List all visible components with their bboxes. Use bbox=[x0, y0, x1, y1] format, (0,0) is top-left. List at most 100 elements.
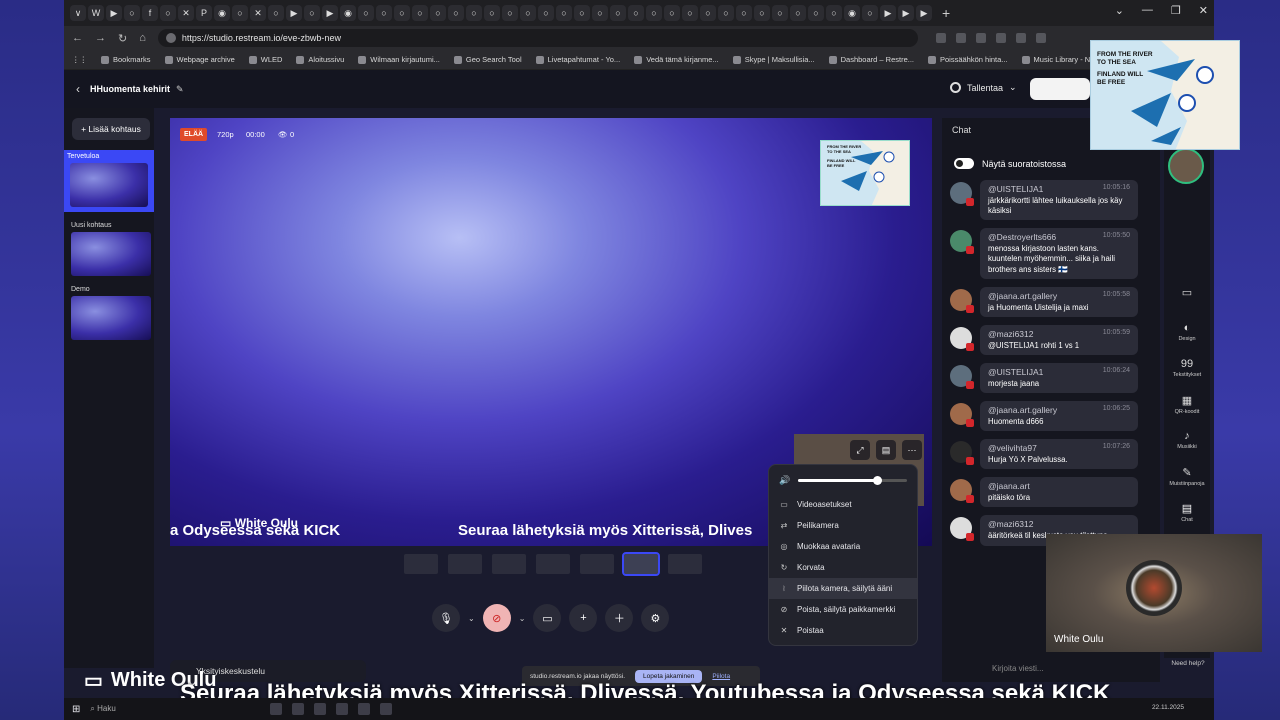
chat-username[interactable]: @Destroyerlts666 bbox=[988, 232, 1056, 242]
extension-icon[interactable] bbox=[1035, 33, 1046, 43]
rail-item[interactable]: ✎ Muistiinpanoja bbox=[1164, 466, 1210, 487]
avatar[interactable] bbox=[950, 230, 974, 255]
avatar[interactable] bbox=[950, 441, 974, 466]
layout-option[interactable] bbox=[404, 554, 438, 574]
browser-tab[interactable]: ○ bbox=[430, 5, 446, 21]
add-scene-button[interactable]: + Lisää kohtaus bbox=[72, 118, 150, 140]
window-control-icon[interactable]: ⌄ bbox=[1115, 4, 1124, 17]
menu-item[interactable]: ◎ Muokkaa avataria bbox=[769, 536, 917, 557]
browser-tab[interactable]: ○ bbox=[574, 5, 590, 21]
rail-item[interactable]: ▤ Chat bbox=[1164, 502, 1210, 523]
bookmark-item[interactable]: Livetapahtumat - Yo... bbox=[535, 55, 620, 64]
browser-tab[interactable]: ○ bbox=[718, 5, 734, 21]
chat-username[interactable]: @jaana.art bbox=[988, 481, 1030, 491]
avatar[interactable] bbox=[950, 517, 974, 542]
browser-tab[interactable]: ○ bbox=[772, 5, 788, 21]
star-icon[interactable] bbox=[995, 33, 1006, 43]
taskbar-app-icon[interactable] bbox=[358, 703, 371, 715]
scene-card[interactable]: Uusi kohtaus bbox=[68, 222, 154, 276]
window-control-icon[interactable]: ✕ bbox=[1199, 4, 1208, 17]
bookmark-item[interactable]: Poissäähkön hinta... bbox=[928, 55, 1008, 64]
browser-tab[interactable]: ○ bbox=[664, 5, 680, 21]
browser-tab[interactable]: ○ bbox=[592, 5, 608, 21]
layout-option[interactable] bbox=[536, 554, 570, 574]
chat-username[interactable]: @mazi6312 bbox=[988, 329, 1033, 339]
bookmark-item[interactable]: WLED bbox=[248, 55, 282, 64]
browser-tab[interactable]: ▶ bbox=[322, 5, 338, 21]
browser-tab[interactable]: ○ bbox=[808, 5, 824, 21]
extension-icon[interactable] bbox=[975, 33, 986, 43]
screen-share-icon[interactable]: ▭ bbox=[533, 604, 562, 632]
browser-tab[interactable]: ○ bbox=[826, 5, 842, 21]
chevron-down-icon[interactable]: ⌄ bbox=[519, 614, 526, 623]
scene-thumbnail[interactable] bbox=[71, 232, 151, 276]
bookmark-item[interactable]: Wilmaan kirjautumi... bbox=[358, 55, 440, 64]
add-icon[interactable]: ＋ bbox=[605, 604, 634, 632]
browser-tab[interactable]: ▶ bbox=[898, 5, 914, 21]
taskbar-app-icon[interactable] bbox=[380, 703, 393, 715]
window-control-icon[interactable]: ❐ bbox=[1171, 4, 1181, 17]
window-control-icon[interactable]: — bbox=[1142, 4, 1153, 17]
camera-off-icon[interactable]: ⊘ bbox=[482, 604, 511, 632]
menu-item[interactable]: ↻ Korvata bbox=[769, 557, 917, 578]
taskbar-app-icon[interactable] bbox=[336, 703, 349, 715]
chat-username[interactable]: @mazi6312 bbox=[988, 519, 1033, 529]
new-tab-icon[interactable]: + bbox=[942, 5, 950, 21]
need-help-button[interactable]: Need help? bbox=[1168, 660, 1208, 667]
invite-guest-icon[interactable]: + bbox=[569, 604, 598, 632]
windows-start-icon[interactable]: ⊞ bbox=[72, 704, 80, 715]
rail-item[interactable]: 99 Tekstitykset bbox=[1164, 358, 1210, 378]
chat-username[interactable]: @jaana.art.gallery bbox=[988, 291, 1057, 301]
browser-tab[interactable]: ◉ bbox=[844, 5, 860, 21]
edit-icon[interactable]: ✎ bbox=[176, 84, 184, 95]
rail-item[interactable]: ♪ Musiikki bbox=[1164, 430, 1210, 450]
browser-tab[interactable]: ○ bbox=[358, 5, 374, 21]
taskbar-search[interactable]: ⌕ Haku bbox=[90, 704, 260, 714]
browser-tab[interactable]: ◉ bbox=[340, 5, 356, 21]
bookmark-item[interactable]: Dashboard – Restre... bbox=[828, 55, 914, 64]
taskbar-app-icon[interactable] bbox=[314, 703, 327, 715]
go-live-button[interactable] bbox=[1030, 78, 1090, 100]
bookmark-item[interactable]: Bookmarks bbox=[101, 55, 151, 64]
browser-tab[interactable]: ✕ bbox=[178, 5, 194, 21]
avatar[interactable] bbox=[950, 182, 974, 206]
browser-tab[interactable]: ∨ bbox=[70, 5, 86, 21]
browser-tab[interactable]: ○ bbox=[610, 5, 626, 21]
avatar[interactable] bbox=[950, 479, 974, 504]
browser-tab[interactable]: ○ bbox=[376, 5, 392, 21]
taskbar-app-icon[interactable] bbox=[292, 703, 305, 715]
reload-icon[interactable]: ↻ bbox=[118, 32, 127, 45]
chat-input[interactable]: Kirjoita viesti... bbox=[952, 664, 1044, 673]
extension-icon[interactable] bbox=[935, 33, 946, 43]
avatar[interactable] bbox=[950, 364, 974, 389]
show-on-stream-toggle[interactable] bbox=[954, 158, 974, 169]
layout-option[interactable] bbox=[668, 554, 702, 574]
browser-tab[interactable]: ○ bbox=[268, 5, 284, 21]
menu-item[interactable]: ▭ Videoasetukset bbox=[769, 494, 917, 515]
browser-tab[interactable]: ○ bbox=[790, 5, 806, 21]
browser-tab[interactable]: ○ bbox=[700, 5, 716, 21]
browser-tab[interactable]: ▶ bbox=[880, 5, 896, 21]
volume-slider[interactable] bbox=[798, 476, 907, 485]
chevron-down-icon[interactable]: ⌄ bbox=[468, 614, 475, 623]
rail-item[interactable]: ▦ QR-koodit bbox=[1164, 394, 1210, 415]
layout-option[interactable] bbox=[492, 554, 526, 574]
back-arrow-icon[interactable]: ‹ bbox=[76, 82, 80, 96]
hide-share-bar-link[interactable]: Piilota bbox=[712, 673, 730, 680]
chat-username[interactable]: @UISTELIJA1 bbox=[988, 184, 1043, 194]
bookmark-item[interactable]: Geo Search Tool bbox=[453, 55, 522, 64]
browser-tab[interactable]: ○ bbox=[466, 5, 482, 21]
browser-tab[interactable]: ○ bbox=[160, 5, 176, 21]
home-icon[interactable]: ⌂ bbox=[139, 32, 146, 44]
browser-tab[interactable]: ○ bbox=[682, 5, 698, 21]
menu-item[interactable]: ⇄ Peilikamera bbox=[769, 515, 917, 536]
avatar[interactable] bbox=[950, 403, 974, 427]
browser-tab[interactable]: ○ bbox=[556, 5, 572, 21]
browser-tab[interactable]: ○ bbox=[646, 5, 662, 21]
bookmark-item[interactable]: Vedä tämä kirjanme... bbox=[634, 55, 719, 64]
browser-tab[interactable]: ○ bbox=[304, 5, 320, 21]
browser-tab[interactable]: ○ bbox=[538, 5, 554, 21]
browser-tab[interactable]: ○ bbox=[736, 5, 752, 21]
browser-tab[interactable]: ○ bbox=[394, 5, 410, 21]
browser-tab[interactable]: ○ bbox=[502, 5, 518, 21]
